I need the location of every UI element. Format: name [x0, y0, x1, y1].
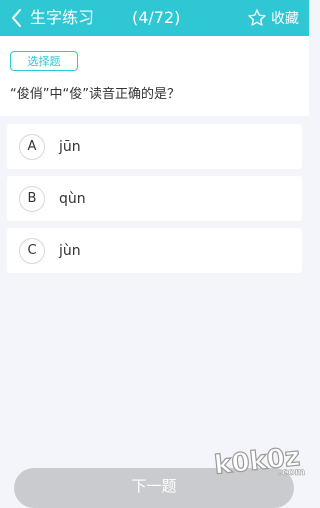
site-watermark-logo: k0k0z .com	[212, 441, 305, 478]
question-progress: (4/72)	[132, 8, 181, 27]
option-text: jùn	[59, 242, 81, 259]
option-text: qùn	[59, 190, 86, 207]
question-panel: 选择题 “俊俏”中“俊”读音正确的是？	[0, 36, 309, 116]
chevron-left-icon	[12, 9, 21, 27]
option-b[interactable]: B qùn	[7, 176, 302, 221]
app-header: 生字练习 (4/72) 收藏	[0, 0, 309, 36]
svg-text:.com: .com	[278, 467, 305, 478]
option-text: jūn	[59, 138, 81, 155]
option-a[interactable]: A jūn	[7, 124, 302, 169]
star-outline-icon	[248, 9, 266, 26]
favorite-button[interactable]: 收藏	[247, 6, 299, 30]
option-letter: C	[19, 237, 45, 264]
option-letter: A	[19, 133, 45, 160]
option-c[interactable]: C jùn	[7, 228, 302, 273]
favorite-label: 收藏	[271, 11, 299, 27]
back-button[interactable]	[8, 6, 26, 30]
option-letter: B	[19, 185, 45, 212]
question-type-badge: 选择题	[10, 51, 78, 71]
page-title: 生字练习	[30, 8, 95, 27]
question-text: “俊俏”中“俊”读音正确的是？	[10, 87, 180, 102]
